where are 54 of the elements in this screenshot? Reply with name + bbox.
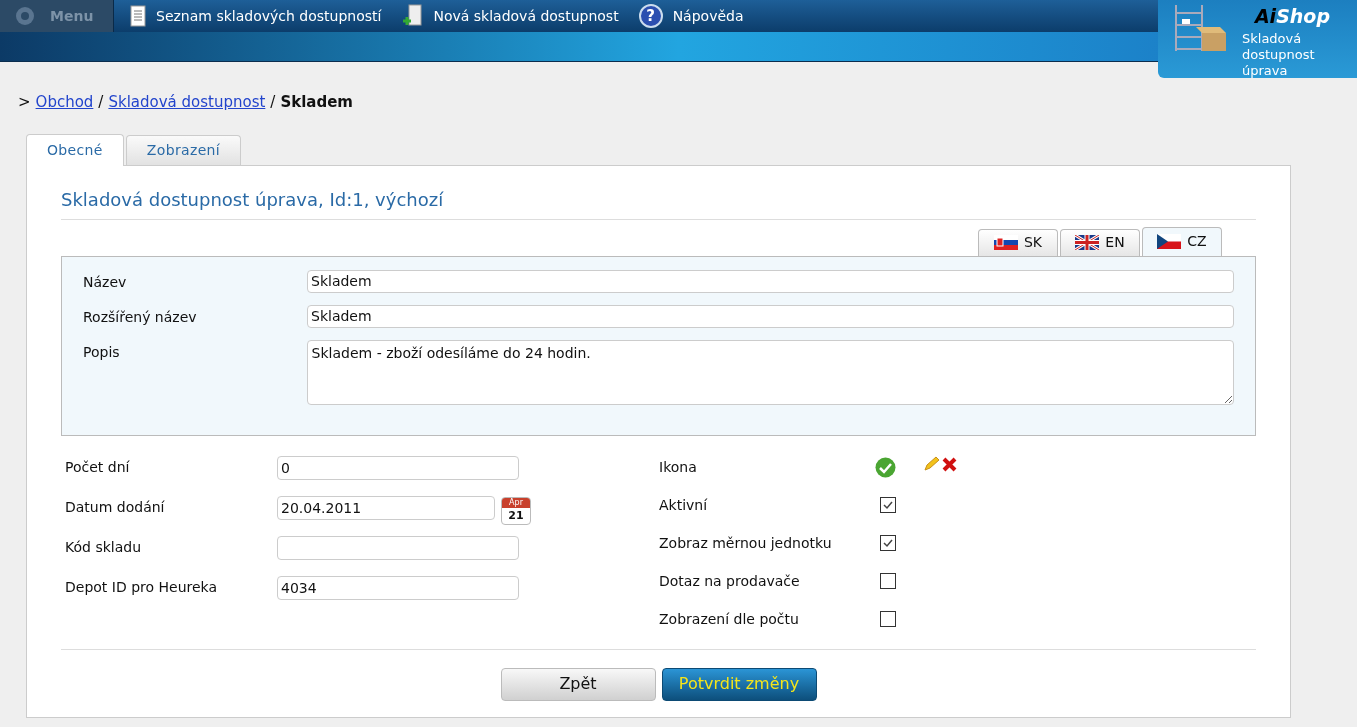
field-label: Depot ID pro Heureka	[65, 578, 218, 597]
text-input[interactable]: Skladem	[307, 304, 1234, 328]
field-label: Datum dodání	[65, 498, 166, 517]
document-icon	[130, 5, 146, 27]
nav-link[interactable]: Seznam skladových dostupností	[130, 5, 382, 27]
text-input[interactable]: 4034	[277, 575, 519, 600]
language-tab[interactable]: SK	[978, 228, 1058, 256]
delete-icon[interactable]	[942, 456, 957, 472]
field-label: Zobrazení dle počtu	[659, 609, 800, 629]
checkbox[interactable]	[880, 497, 896, 513]
flag-icon	[993, 235, 1018, 250]
checkbox[interactable]	[880, 573, 896, 589]
field-label: Zobraz měrnou jednotku	[659, 533, 833, 553]
tab[interactable]: Obecné	[26, 133, 124, 166]
tab[interactable]: Zobrazení	[125, 134, 242, 165]
checkmark-icon	[882, 499, 894, 511]
field-label: Aktivní	[659, 495, 709, 515]
flag-icon	[1157, 234, 1182, 249]
brand-logo: AiShop	[1254, 5, 1330, 27]
breadcrumb-link[interactable]: Obchod	[35, 91, 94, 114]
text-input[interactable]: Skladem	[307, 269, 1234, 293]
field-label: Kód skladu	[65, 538, 142, 557]
date-input[interactable]: 20.04.2011	[277, 495, 495, 520]
new-document-icon	[401, 4, 424, 28]
checkmark-icon	[875, 456, 896, 478]
flag-icon	[1075, 235, 1100, 250]
breadcrumb-link[interactable]: Skladová dostupnost	[108, 91, 266, 114]
back-button[interactable]: Zpět	[500, 667, 656, 701]
text-area[interactable]: Skladem - zboží odesíláme do 24 hodin.	[306, 339, 1234, 405]
text-input[interactable]	[277, 535, 519, 560]
checkmark-icon	[882, 537, 894, 549]
field-label: Počet dní	[65, 458, 131, 477]
breadcrumb-separator: /	[98, 92, 104, 113]
nav-link[interactable]: Nová skladová dostupnost	[401, 4, 619, 28]
breadcrumb-separator: /	[270, 92, 276, 113]
calendar-button[interactable]: Apr 21	[501, 496, 531, 525]
nav-link[interactable]: ? Nápověda	[638, 4, 744, 28]
section-caption: Skladová dostupnost úprava	[1242, 30, 1316, 79]
breadcrumb-current: Skladem	[280, 92, 353, 113]
language-tab[interactable]: CZ	[1142, 226, 1222, 256]
confirm-button[interactable]: Potvrdit změny	[661, 667, 817, 701]
language-tab[interactable]: EN	[1060, 228, 1140, 256]
field-label: Popis	[83, 342, 121, 362]
checkbox[interactable]	[880, 535, 896, 551]
form-heading: Skladová dostupnost úprava, Id:1, výchozí	[61, 185, 1256, 220]
help-icon: ?	[638, 4, 663, 28]
field-label: Rozšířený název	[83, 307, 198, 327]
text-input[interactable]: 0	[277, 455, 519, 480]
field-label: Název	[83, 272, 128, 292]
checkbox[interactable]	[880, 611, 896, 627]
pencil-icon[interactable]	[923, 456, 940, 472]
field-label: Ikona	[659, 457, 698, 477]
field-label: Dotaz na prodavače	[659, 571, 801, 591]
breadcrumb-separator: >	[18, 92, 31, 113]
